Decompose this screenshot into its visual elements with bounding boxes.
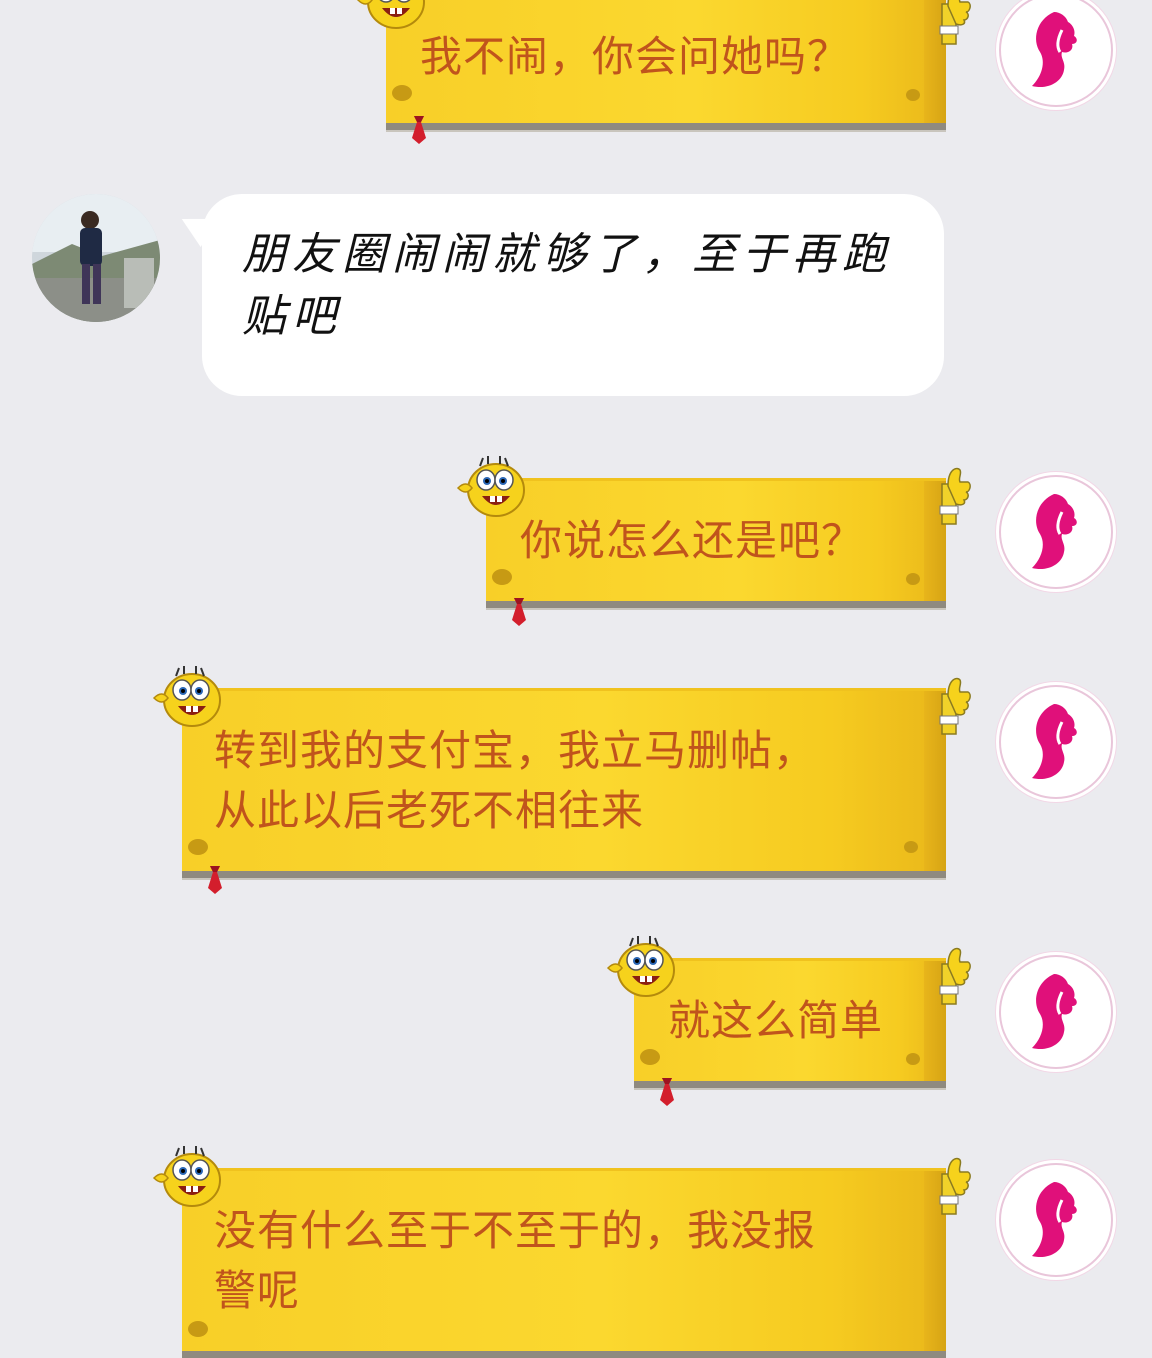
friend-photo-icon bbox=[32, 194, 160, 322]
thumbs-up-icon bbox=[926, 670, 974, 740]
message-text: 我不闹，你会问她吗？ bbox=[420, 32, 851, 81]
bubble-tail bbox=[174, 204, 216, 248]
message-bubble[interactable]: 你说怎么还是吧？ bbox=[486, 478, 946, 608]
friend-avatar[interactable] bbox=[32, 194, 160, 322]
sponge-face-icon bbox=[602, 934, 682, 1004]
bubble-hole bbox=[188, 839, 208, 855]
red-tie-icon bbox=[508, 598, 530, 626]
sponge-face-icon bbox=[352, 0, 432, 36]
pink-logo-icon bbox=[996, 1160, 1116, 1280]
red-tie-icon bbox=[204, 866, 226, 894]
bubble-hole bbox=[492, 569, 512, 585]
sponge-face-icon bbox=[148, 664, 228, 734]
pink-logo-icon bbox=[996, 952, 1116, 1072]
message-bubble[interactable]: 转到我的支付宝，我立马删帖， 从此以后老死不相往来 bbox=[182, 688, 946, 878]
message-text: 转到我的支付宝，我立马删帖， 从此以后老死不相往来 bbox=[214, 726, 817, 835]
message-text: 朋友圈闹闹就够了，至于再跑 贴吧 bbox=[242, 229, 892, 342]
my-avatar[interactable] bbox=[996, 0, 1116, 110]
pink-logo-icon bbox=[996, 472, 1116, 592]
bubble-hole bbox=[906, 1053, 920, 1065]
red-tie-icon bbox=[408, 116, 430, 144]
bubble-hole bbox=[640, 1049, 660, 1065]
my-avatar[interactable] bbox=[996, 1160, 1116, 1280]
message-bubble[interactable]: 我不闹，你会问她吗？ bbox=[386, 0, 946, 130]
sponge-face-icon bbox=[148, 1144, 228, 1214]
bubble-hole bbox=[904, 841, 918, 853]
pink-logo-icon bbox=[996, 682, 1116, 802]
bubble-hole bbox=[188, 1321, 208, 1337]
bubble-hole bbox=[906, 89, 920, 101]
message-text: 没有什么至于不至于的，我没报 警呢 bbox=[214, 1206, 817, 1315]
message-text: 就这么简单 bbox=[668, 996, 884, 1045]
bubble-hole bbox=[392, 85, 412, 101]
thumbs-up-icon bbox=[926, 460, 974, 530]
my-avatar[interactable] bbox=[996, 682, 1116, 802]
thumbs-up-icon bbox=[926, 1150, 974, 1220]
pink-logo-icon bbox=[996, 0, 1116, 110]
bubble-hole bbox=[906, 573, 920, 585]
my-avatar[interactable] bbox=[996, 952, 1116, 1072]
message-bubble[interactable]: 朋友圈闹闹就够了，至于再跑 贴吧 bbox=[174, 194, 944, 396]
thumbs-up-icon bbox=[926, 0, 974, 50]
sponge-face-icon bbox=[452, 454, 532, 524]
message-text: 你说怎么还是吧？ bbox=[520, 516, 865, 565]
thumbs-up-icon bbox=[926, 940, 974, 1010]
red-tie-icon bbox=[656, 1078, 678, 1106]
message-bubble[interactable]: 没有什么至于不至于的，我没报 警呢 bbox=[182, 1168, 946, 1358]
my-avatar[interactable] bbox=[996, 472, 1116, 592]
